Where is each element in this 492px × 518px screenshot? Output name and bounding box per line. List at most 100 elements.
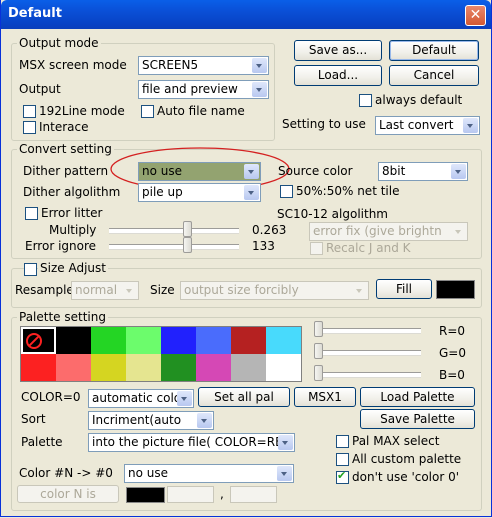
save-palette-button[interactable]: Save Palette [360,409,475,429]
green-slider-thumb[interactable] [314,343,323,359]
pal-max-select-checkbox[interactable] [336,435,349,448]
palette-swatch[interactable] [266,354,301,381]
chevron-down-icon [197,413,212,428]
set-all-pal-button[interactable]: Set all pal [198,387,290,407]
source-color-select[interactable]: 8bit [378,162,468,181]
palette-swatch[interactable] [91,354,126,381]
color-n-label: Color #N -> #0 [19,466,113,480]
net-tile-checkbox[interactable] [280,185,293,198]
multiply-label: Multiply [49,223,97,237]
blue-slider-thumb[interactable] [314,365,323,381]
resample-label: Resample [15,283,74,297]
title-bar: Default ✕ [1,0,491,29]
output-label: Output [19,82,61,96]
dither-algorithm-label: Dither algolithm [23,185,121,199]
load-button[interactable]: Load... [294,65,382,86]
palette-swatch[interactable] [56,354,91,381]
dither-pattern-label: Dither pattern [23,164,109,178]
fill-color-swatch[interactable] [436,280,475,299]
palette-swatch[interactable] [231,354,266,381]
multiply-slider[interactable] [109,228,239,233]
line192-checkbox[interactable] [23,105,36,118]
dont-use-color0-checkbox[interactable] [336,469,349,484]
setting-to-use-label: Setting to use [282,117,366,131]
error-ignore-slider[interactable] [109,244,239,249]
window-title: Default [8,6,62,21]
palette-swatch[interactable] [126,354,161,381]
chevron-down-icon [277,466,292,481]
color-n-is-button[interactable]: color N is [17,485,119,503]
recalc-label: Recalc J and K [326,241,411,255]
color-n-swatch [126,487,165,503]
color-n-y-field[interactable] [230,486,277,503]
cancel-button[interactable]: Cancel [389,65,479,86]
size-adjust-checkbox[interactable] [24,263,37,276]
palette-swatch[interactable] [196,327,231,354]
auto-file-name-label: Auto file name [157,104,245,118]
close-button[interactable]: ✕ [465,5,486,26]
red-slider-thumb[interactable] [314,321,323,337]
palette-swatch[interactable] [56,327,91,354]
palette-swatch[interactable] [21,354,56,381]
error-ignore-value: 133 [252,239,275,253]
fill-button[interactable]: Fill [376,279,432,299]
sc10-algorithm-select[interactable]: error fix (give brightn [309,222,468,241]
palette-select[interactable]: into the picture file( COLOR=RE [88,433,295,452]
screen-mode-select[interactable]: SCREEN5 [138,56,269,75]
palette-swatch[interactable] [161,327,196,354]
palette-swatch[interactable] [126,327,161,354]
sort-label: Sort [21,412,46,426]
green-slider[interactable] [317,350,421,355]
pal-max-select-label: Pal MAX select [352,434,440,448]
palette-swatch[interactable] [91,327,126,354]
chevron-down-icon [451,224,466,239]
sc10-algorithm-label: SC10-12 algolithm [277,207,388,221]
interlace-label: Interace [39,120,89,134]
blue-slider[interactable] [317,372,421,377]
palette-swatch[interactable] [161,354,196,381]
error-ignore-slider-thumb[interactable] [183,237,192,253]
palette-swatch[interactable] [21,327,56,354]
line192-label: 192Line mode [39,104,125,118]
color-n-x-field[interactable] [167,486,214,503]
palette-swatch[interactable] [231,327,266,354]
size-label: Size [150,283,175,297]
dither-algorithm-select[interactable]: pile up [138,183,261,202]
blue-value: B=0 [439,368,465,382]
color-mode-select[interactable]: automatic colo [88,389,194,408]
chevron-down-icon [278,435,293,450]
always-default-checkbox[interactable] [359,94,372,107]
all-custom-palette-checkbox[interactable] [336,453,349,466]
save-as-button[interactable]: Save as... [294,40,382,61]
palette-swatch[interactable] [266,327,301,354]
color-n-select[interactable]: no use [124,464,294,483]
green-value: G=0 [439,346,466,360]
error-litter-checkbox[interactable] [25,207,38,220]
setting-to-use-select[interactable]: Last convert [375,116,480,135]
resample-select[interactable]: normal [71,281,139,300]
convert-setting-label: Convert setting [17,142,114,156]
multiply-slider-thumb[interactable] [183,221,192,237]
chevron-down-icon [177,391,192,406]
red-slider[interactable] [317,328,421,333]
close-icon: ✕ [469,7,482,23]
red-value: R=0 [439,324,466,338]
always-default-label: always default [375,93,463,107]
chevron-down-icon [244,185,259,200]
source-color-label: Source color [278,164,353,178]
msx1-button[interactable]: MSX1 [294,387,356,407]
coord-separator: , [220,487,224,501]
palette-swatch[interactable] [196,354,231,381]
net-tile-label: 50%:50% net tile [296,184,400,198]
recalc-checkbox[interactable] [310,242,323,255]
auto-file-name-checkbox[interactable] [141,105,154,118]
dont-use-color0-label: don't use 'color 0' [352,470,460,484]
chevron-down-icon [463,118,478,133]
load-palette-button[interactable]: Load Palette [360,387,475,407]
sort-select[interactable]: Incriment(auto only) [88,411,214,430]
error-litter-label: Error litter [41,206,103,220]
interlace-checkbox[interactable] [23,121,36,134]
size-select[interactable]: output size forcibly [180,281,369,300]
default-button[interactable]: Default [389,40,479,61]
output-select[interactable]: file and preview [138,80,269,99]
